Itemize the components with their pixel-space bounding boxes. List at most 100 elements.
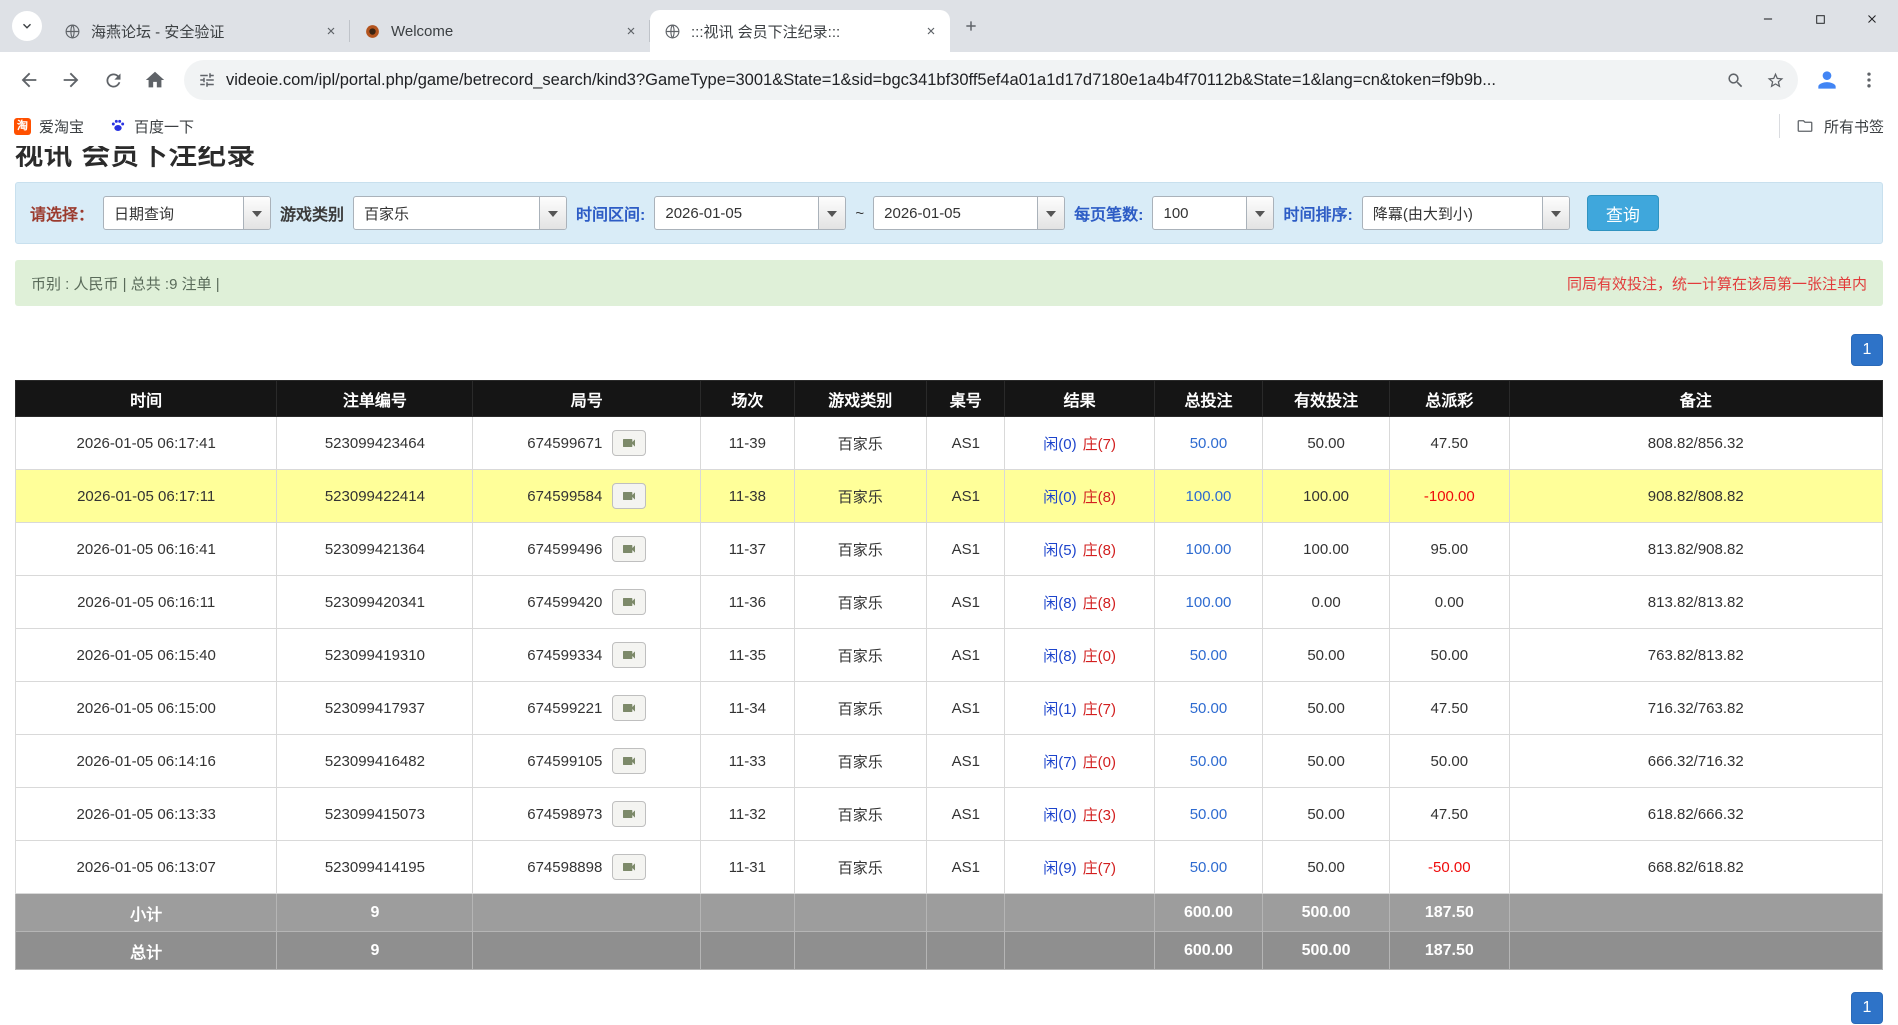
back-button[interactable] <box>10 61 48 99</box>
chevron-down-icon[interactable] <box>818 197 845 229</box>
filter-bar: 请选择： 日期查询 游戏类别 百家乐 时间区间: 2026-01-05 ~ 20… <box>15 182 1883 244</box>
query-type-select[interactable]: 日期查询 <box>103 196 271 230</box>
cell-round: 674599105 <box>473 735 701 788</box>
total-payout: 187.50 <box>1390 932 1509 970</box>
tab-search-button[interactable] <box>12 11 42 41</box>
round-replay-button[interactable] <box>612 589 646 615</box>
bookmark-taobao[interactable]: 淘 爱淘宝 <box>14 116 84 137</box>
bet-records-table: 时间 注单编号 局号 场次 游戏类别 桌号 结果 总投注 有效投注 总派彩 备注… <box>15 380 1883 970</box>
round-number: 674599420 <box>527 594 602 611</box>
tab-haiyan-forum[interactable]: 海燕论坛 - 安全验证 <box>50 10 350 52</box>
cell-table-no: AS1 <box>927 788 1005 841</box>
maximize-button[interactable] <box>1794 0 1846 38</box>
reload-button[interactable] <box>94 61 132 99</box>
per-page-label: 每页笔数: <box>1074 201 1143 225</box>
search-button[interactable]: 查询 <box>1587 195 1659 231</box>
new-tab-button[interactable] <box>956 11 986 41</box>
page-1-button[interactable]: 1 <box>1851 334 1883 366</box>
cell-table-no: AS1 <box>927 629 1005 682</box>
total-bet-link[interactable]: 100.00 <box>1186 541 1232 558</box>
cell-round: 674599584 <box>473 470 701 523</box>
chevron-down-icon[interactable] <box>1542 197 1569 229</box>
date-to-select[interactable]: 2026-01-05 <box>873 196 1065 230</box>
round-replay-button[interactable] <box>612 430 646 456</box>
total-bet-link[interactable]: 50.00 <box>1190 700 1228 717</box>
total-bet-link[interactable]: 50.00 <box>1190 435 1228 452</box>
table-row: 2026-01-05 06:14:16 523099416482 6745991… <box>16 735 1883 788</box>
bookmark-star-button[interactable] <box>1760 65 1790 95</box>
result-player: 闲(0) <box>1043 807 1076 824</box>
cell-bet-id: 523099417937 <box>277 682 473 735</box>
result-banker: 庄(7) <box>1083 860 1116 877</box>
subtotal-label: 小计 <box>16 894 277 932</box>
page-title: 视讯 会员下注纪录 <box>15 146 1883 168</box>
globe-favicon-icon <box>664 23 681 40</box>
chevron-down-icon[interactable] <box>1037 197 1064 229</box>
cell-table-no: AS1 <box>927 523 1005 576</box>
video-replay-icon <box>621 488 637 504</box>
total-bet-link[interactable]: 50.00 <box>1190 753 1228 770</box>
cell-session: 11-37 <box>701 523 794 576</box>
cell-game-type: 百家乐 <box>794 417 927 470</box>
chevron-down-icon <box>20 19 34 33</box>
round-replay-button[interactable] <box>612 854 646 880</box>
cell-table-no: AS1 <box>927 682 1005 735</box>
home-button[interactable] <box>136 61 174 99</box>
site-info-icon[interactable] <box>198 71 216 89</box>
same-round-notice: 同局有效投注，统一计算在该局第一张注单内 <box>1567 273 1867 294</box>
bookmark-baidu[interactable]: 百度一下 <box>110 116 194 137</box>
profile-avatar-button[interactable] <box>1808 61 1846 99</box>
round-number: 674598973 <box>527 806 602 823</box>
chevron-down-icon[interactable] <box>539 197 566 229</box>
result-banker: 庄(7) <box>1083 436 1116 453</box>
browser-menu-button[interactable] <box>1850 61 1888 99</box>
game-type-select[interactable]: 百家乐 <box>353 196 567 230</box>
tab-close-icon[interactable] <box>320 20 342 42</box>
round-replay-button[interactable] <box>612 536 646 562</box>
round-replay-button[interactable] <box>612 748 646 774</box>
date-from-select[interactable]: 2026-01-05 <box>654 196 846 230</box>
tab-welcome[interactable]: Welcome <box>350 10 650 52</box>
close-window-button[interactable] <box>1846 0 1898 38</box>
bookmark-label: 爱淘宝 <box>39 116 84 137</box>
round-replay-button[interactable] <box>612 695 646 721</box>
round-number: 674599105 <box>527 753 602 770</box>
total-bet-link[interactable]: 50.00 <box>1190 806 1228 823</box>
cell-time: 2026-01-05 06:13:07 <box>16 841 277 894</box>
forward-arrow-icon <box>60 69 82 91</box>
cell-total-bet: 50.00 <box>1154 735 1262 788</box>
browser-window: 海燕论坛 - 安全验证 Welcome :::视讯 会员下注纪录::: <box>0 0 1898 144</box>
forward-button[interactable] <box>52 61 90 99</box>
all-bookmarks-button[interactable]: 所有书签 <box>1779 114 1884 138</box>
time-sort-select[interactable]: 降冪(由大到小) <box>1362 196 1570 230</box>
address-bar[interactable]: videoie.com/ipl/portal.php/game/betrecor… <box>184 60 1798 100</box>
url-text[interactable]: videoie.com/ipl/portal.php/game/betrecor… <box>226 71 1710 90</box>
cell-round: 674598973 <box>473 788 701 841</box>
video-replay-icon <box>621 594 637 610</box>
tab-close-icon[interactable] <box>620 20 642 42</box>
cell-table-no: AS1 <box>927 841 1005 894</box>
chevron-down-icon[interactable] <box>1246 197 1273 229</box>
cell-total-bet: 100.00 <box>1154 576 1262 629</box>
page-1-button[interactable]: 1 <box>1851 992 1883 1024</box>
round-replay-button[interactable] <box>612 642 646 668</box>
welcome-favicon-icon <box>364 23 381 40</box>
tab-bet-records[interactable]: :::视讯 会员下注纪录::: <box>650 10 950 52</box>
total-bet-link[interactable]: 50.00 <box>1190 647 1228 664</box>
round-replay-button[interactable] <box>612 483 646 509</box>
per-page-select[interactable]: 100 <box>1152 196 1274 230</box>
tab-close-icon[interactable] <box>920 20 942 42</box>
minimize-button[interactable] <box>1742 0 1794 38</box>
total-bet-link[interactable]: 100.00 <box>1186 488 1232 505</box>
round-replay-button[interactable] <box>612 801 646 827</box>
query-type-value: 日期查询 <box>104 197 243 229</box>
total-bet-link[interactable]: 100.00 <box>1186 594 1232 611</box>
chevron-down-icon[interactable] <box>243 197 270 229</box>
cell-note: 618.82/666.32 <box>1509 788 1882 841</box>
cell-bet-id: 523099416482 <box>277 735 473 788</box>
table-header: 时间 注单编号 局号 场次 游戏类别 桌号 结果 总投注 有效投注 总派彩 备注 <box>16 381 1883 417</box>
result-banker: 庄(0) <box>1083 754 1116 771</box>
total-bet-link[interactable]: 50.00 <box>1190 859 1228 876</box>
zoom-indicator-button[interactable] <box>1720 65 1750 95</box>
total-total-bet: 600.00 <box>1154 932 1262 970</box>
